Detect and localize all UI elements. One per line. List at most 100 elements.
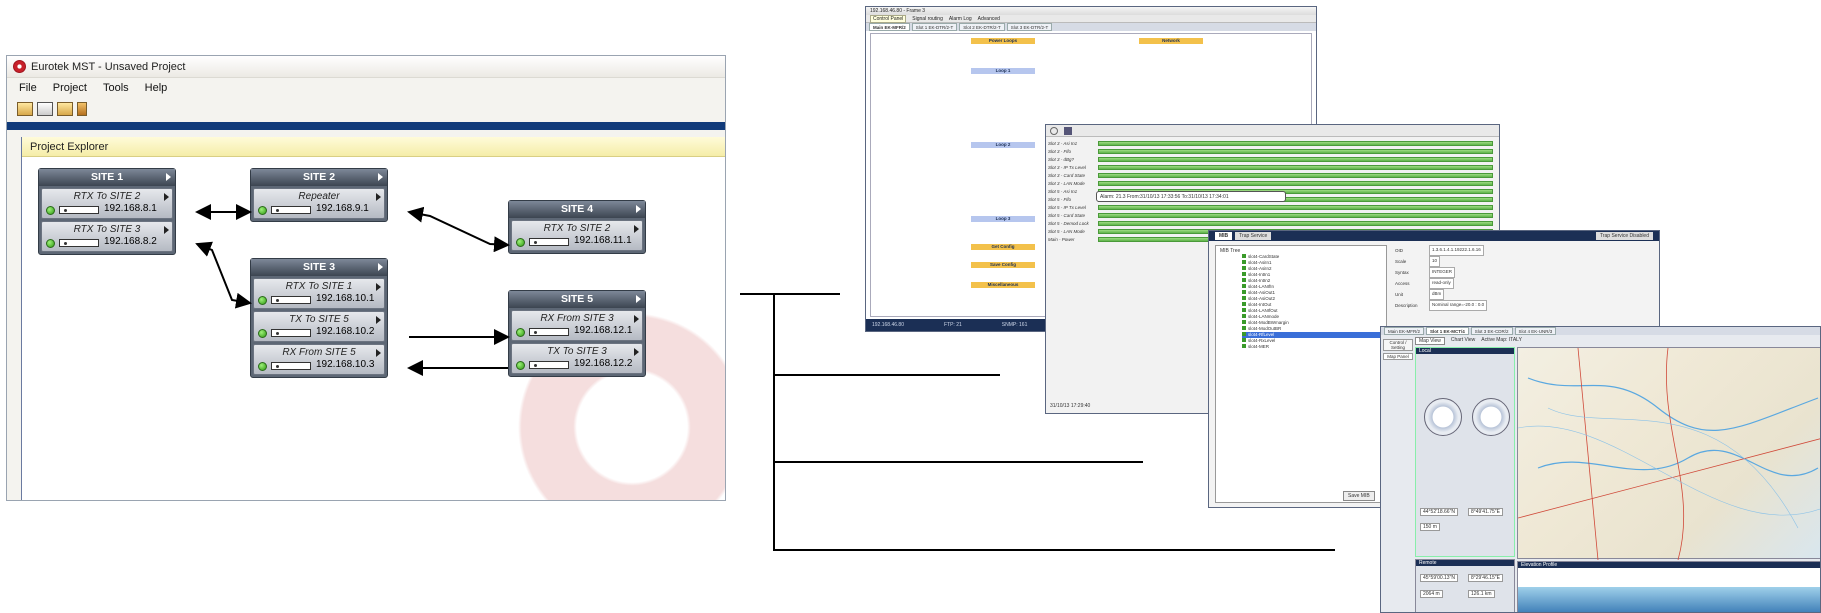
alarm-footer: 31/10/13 17:29:40 xyxy=(1050,403,1091,409)
leaf-icon xyxy=(1242,296,1246,300)
status-ftp: FTP: 21 xyxy=(943,322,962,328)
alarm-row-label: Slot 3 - LAN Mode xyxy=(1048,180,1085,186)
alarm-row[interactable]: Slot 3 - Fifo xyxy=(1048,147,1499,155)
leaf-icon xyxy=(1242,284,1246,288)
alarm-row[interactable]: Slot 5 - Card State xyxy=(1048,211,1499,219)
tab-main[interactable]: Main EK-MFR/2 xyxy=(869,23,910,31)
alarm-row-label: Slot 3 - Fifo xyxy=(1048,148,1072,154)
leaf-icon xyxy=(1242,326,1246,330)
alarm-log-button[interactable]: Alarm Log xyxy=(949,16,972,22)
tab-main[interactable]: Main EK-MFR/2 xyxy=(1384,327,1425,335)
tab-slot3[interactable]: Slot 3 EK-CDR/2 xyxy=(1470,327,1513,335)
mib-tree-item-label: slot4-ModOutBR xyxy=(1248,326,1282,331)
tab-slot2[interactable]: Slot 2 EK-DTR/2-T xyxy=(959,23,1005,31)
alarm-status-bar xyxy=(1098,156,1493,162)
mib-tree-item[interactable]: slot4-MER xyxy=(1242,344,1382,350)
control-panel-button[interactable]: Control Panel xyxy=(870,14,907,23)
leaf-icon xyxy=(1242,278,1246,282)
alarm-row-label: Slot 3 - Asi In1 xyxy=(1048,140,1078,146)
mib-tree-item-label: slot4-AsiIn2 xyxy=(1248,266,1272,271)
panel-title: 192.168.46.80 - Frame 3 xyxy=(866,7,1316,15)
bracket-vertical xyxy=(773,293,775,551)
alarm-row-label: Slot 3 - dBg? xyxy=(1048,156,1075,162)
remote-panel: Remote 45°59'00.13"N 8°29'46.15"E 2064 m… xyxy=(1415,559,1515,612)
mib-field-label: OID xyxy=(1395,248,1404,253)
link-site2-site4 xyxy=(407,206,510,253)
section-header[interactable]: Save Config xyxy=(971,262,1035,268)
alarm-row[interactable]: Slot 3 - Asi In1 xyxy=(1048,139,1499,147)
link-site1-site3 xyxy=(195,241,252,309)
alarm-toolbar xyxy=(1046,125,1499,137)
alarm-status-bar xyxy=(1098,148,1493,154)
mib-tree-item-label: slot4-RfLevel xyxy=(1248,332,1275,337)
compass-dial-right xyxy=(1472,398,1510,436)
bracket-line-2 xyxy=(773,374,1000,376)
alarm-status-bar xyxy=(1098,204,1493,210)
alarm-row[interactable]: Slot 5 - IP Tx Level xyxy=(1048,203,1499,211)
mib-field: Syntax INTEGER xyxy=(1395,267,1545,278)
status-ip: 192.168.46.80 xyxy=(872,322,904,328)
mib-field-value: read-only xyxy=(1429,278,1454,289)
bracket-line-3 xyxy=(773,461,1143,463)
tab-slot1[interactable]: Slot 1 EK-DTR/2-T xyxy=(911,23,958,31)
remote-altitude: 2064 m xyxy=(1420,590,1443,598)
tab-slot4[interactable]: Slot 4 EK-UNR/3 xyxy=(1514,327,1557,335)
leaf-icon xyxy=(1242,272,1246,276)
section-header[interactable]: Power Loops xyxy=(971,38,1035,44)
mib-field-value: Nominal range=-20.0 : 0.0 xyxy=(1429,300,1488,311)
leaf-icon xyxy=(1242,320,1246,324)
elevation-panel: Elevation Profile xyxy=(1517,561,1820,612)
leaf-icon xyxy=(1242,344,1246,348)
section-header[interactable]: Loop 3 xyxy=(971,216,1035,222)
local-panel: Local 44°52'18.66"N 8°49'41.75"E 150 m xyxy=(1415,347,1515,557)
mib-field: Description Nominal range=-20.0 : 0.0 xyxy=(1395,300,1545,311)
alarm-row[interactable]: Slot 3 - dBg? xyxy=(1048,155,1499,163)
tab-slot1[interactable]: Slot 1 EK-MCT/4 xyxy=(1426,327,1469,335)
alarm-row[interactable]: Slot 3 - IP Tx Level xyxy=(1048,163,1499,171)
alarm-row-label: Slot 5 - Card State xyxy=(1048,212,1086,218)
tab-mib[interactable]: MIB xyxy=(1215,232,1233,240)
mib-field-label: Access xyxy=(1395,281,1410,286)
leaf-icon xyxy=(1242,290,1246,294)
control-setting-button[interactable]: Control / Setting xyxy=(1383,339,1413,351)
advanced-button[interactable]: Advanced xyxy=(978,16,1000,22)
remote-label: Remote xyxy=(1416,560,1514,566)
gps-latitude: 44°52'18.66"N xyxy=(1420,508,1458,516)
leaf-icon xyxy=(1242,266,1246,270)
mib-field-label: Unit xyxy=(1395,292,1404,297)
mib-tree-item-label: slot4-IntIn2 xyxy=(1248,278,1271,283)
chart-view-tab[interactable]: Chart View xyxy=(1451,337,1475,345)
mib-field-label: Scale xyxy=(1395,259,1407,264)
mib-field: Scale 10 xyxy=(1395,256,1545,267)
section-header[interactable]: Get Config xyxy=(971,244,1035,250)
alarm-row[interactable]: Slot 3 - LAN Mode xyxy=(1048,179,1499,187)
section-header[interactable]: Network xyxy=(1139,38,1203,44)
active-map-select[interactable]: Active Map: ITALY xyxy=(1481,337,1522,345)
remote-distance: 126.1 km xyxy=(1468,590,1495,598)
mib-tree-item-label: slot4-AsiIn1 xyxy=(1248,260,1272,265)
signal-routing-button[interactable]: Signal routing xyxy=(912,16,943,22)
map-area[interactable] xyxy=(1517,347,1820,561)
tab-slot3[interactable]: Slot 3 EK-DTR/2-T xyxy=(1006,23,1053,31)
alarm-row-label: Main - Power xyxy=(1048,236,1075,242)
alarm-tool-icon[interactable] xyxy=(1050,126,1058,135)
trap-status: Trap Service Disabled xyxy=(1595,232,1653,240)
alarm-row[interactable]: Slot 3 - Card State xyxy=(1048,171,1499,179)
alarm-row[interactable]: Slot 5 - Demod Lock xyxy=(1048,219,1499,227)
local-label: Local xyxy=(1416,348,1514,354)
leaf-icon xyxy=(1242,260,1246,264)
alarm-row-label: Slot 5 - Demod Lock xyxy=(1048,220,1089,226)
mib-field-value: dBm xyxy=(1429,289,1445,300)
section-header[interactable]: Loop 1 xyxy=(971,68,1035,74)
compass-dial-left xyxy=(1424,398,1462,436)
save-icon[interactable] xyxy=(1064,126,1072,135)
leaf-icon xyxy=(1242,302,1246,306)
section-header[interactable]: Loop 2 xyxy=(971,142,1035,148)
map-side-buttons: Control / Setting Map Panel xyxy=(1383,339,1413,360)
map-panel-button[interactable]: Map Panel xyxy=(1383,353,1413,360)
map-view-tab[interactable]: Map View xyxy=(1415,337,1445,345)
tab-trap-service[interactable]: Trap Service xyxy=(1235,232,1272,240)
alarm-status-bar xyxy=(1098,140,1493,146)
section-header[interactable]: Miscellaneous xyxy=(971,282,1035,288)
save-mib-button[interactable]: Save MIB xyxy=(1343,491,1375,501)
